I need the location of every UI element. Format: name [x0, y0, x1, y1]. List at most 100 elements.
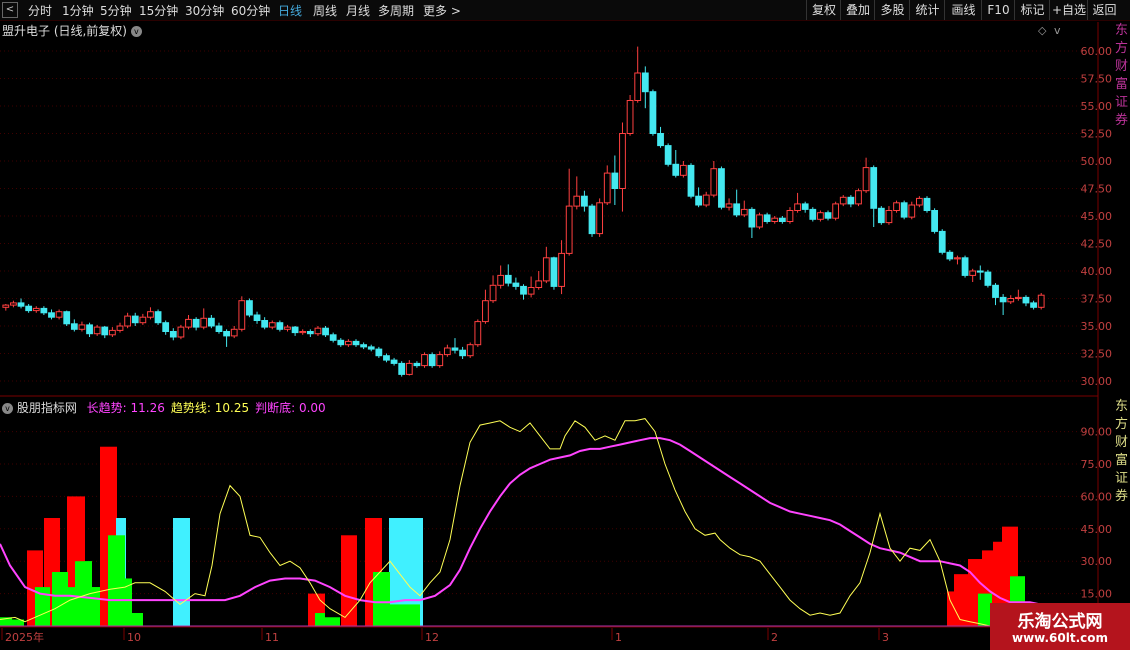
- candle-body: [885, 210, 893, 224]
- green-bar: [52, 572, 68, 626]
- candle-body: [832, 203, 840, 219]
- candle-body: [893, 202, 900, 212]
- diamond-icon: ◇: [1038, 24, 1047, 37]
- candle-body: [345, 340, 352, 346]
- indicator-tick-label: 90.00: [1081, 426, 1113, 439]
- candle-body: [817, 212, 824, 220]
- candle-body: [70, 323, 78, 330]
- candle-body: [322, 327, 329, 336]
- indicator-tick-label: 60.00: [1081, 490, 1113, 503]
- candle-body: [619, 133, 626, 189]
- long-trend-line: [0, 437, 1041, 606]
- candle-body: [405, 362, 413, 375]
- candle-body: [504, 274, 512, 284]
- candle-body: [352, 340, 360, 346]
- price-tick-label: 30.00: [1081, 375, 1113, 388]
- candle-body: [428, 354, 436, 367]
- right-side-panel-lower: 东方财富证券: [1115, 398, 1130, 603]
- candle-body: [733, 203, 741, 216]
- candle-body: [740, 208, 748, 216]
- candle-body: [466, 344, 474, 357]
- candle-body: [520, 285, 527, 295]
- candle-body: [261, 320, 269, 328]
- candle-body: [786, 210, 794, 222]
- candle-body: [976, 270, 984, 273]
- candle-body: [512, 282, 520, 287]
- candle-body: [954, 257, 961, 260]
- candle-body: [413, 362, 421, 367]
- candle-body: [459, 349, 466, 357]
- candle-body: [497, 274, 505, 286]
- candle-body: [337, 339, 345, 346]
- price-tick-label: 52.50: [1081, 128, 1113, 141]
- green-bar: [373, 572, 390, 626]
- green-bar: [132, 613, 143, 626]
- candle-body: [558, 252, 565, 287]
- candle-body: [40, 307, 48, 314]
- candle-body: [207, 317, 215, 327]
- candle-body: [588, 205, 596, 235]
- candle-body: [1037, 294, 1045, 308]
- candle-body: [177, 326, 185, 338]
- candle-body: [1030, 302, 1037, 308]
- candle-body: [93, 326, 101, 335]
- candle-body: [573, 195, 581, 207]
- candle-body: [725, 203, 733, 208]
- candle-body: [542, 257, 550, 282]
- candle-body: [55, 311, 63, 318]
- candle-body: [474, 321, 482, 346]
- cyan-bar: [173, 518, 190, 626]
- candle-body: [596, 202, 604, 235]
- candle-body: [679, 164, 687, 176]
- candle-body: [451, 347, 459, 351]
- candle-body: [862, 167, 870, 192]
- candle-body: [984, 271, 992, 286]
- candle-body: [969, 270, 977, 276]
- candle-body: [124, 315, 132, 327]
- indicator-tick-label: 15.00: [1081, 588, 1113, 601]
- candle-body: [482, 300, 489, 323]
- candle-body: [695, 195, 702, 206]
- candle-body: [870, 167, 878, 209]
- price-tick-label: 37.50: [1081, 293, 1113, 306]
- candle-body: [634, 72, 642, 101]
- candle-body: [436, 354, 444, 367]
- candle-body: [360, 344, 368, 348]
- candle-body: [78, 324, 86, 330]
- price-tick-label: 45.00: [1081, 210, 1113, 223]
- candle-body: [291, 326, 299, 334]
- candle-body: [383, 355, 390, 361]
- candle-body: [2, 304, 10, 308]
- stock-chart[interactable]: 60.00 57.50 55.00 52.50 50.00 47.50 45.00 42.50…: [0, 0, 1130, 650]
- candle-body: [185, 318, 192, 328]
- candle-body: [375, 348, 383, 357]
- right-side-panel: 东方财富证券: [1115, 22, 1130, 392]
- candle-body: [284, 326, 291, 330]
- candle-body: [314, 327, 322, 335]
- candle-body: [398, 362, 406, 375]
- candle-body: [946, 251, 954, 260]
- watermark-title: 乐淘公式网: [1017, 612, 1103, 632]
- candle-body: [86, 324, 93, 335]
- candle-body: [169, 331, 177, 338]
- candle-body: [649, 91, 657, 134]
- candle-body: [306, 331, 314, 335]
- candle-body: [17, 302, 25, 307]
- date-tick-label: 12: [425, 631, 439, 644]
- candle-body: [999, 296, 1007, 303]
- candle-body: [192, 318, 200, 328]
- price-tick-label: 57.50: [1081, 73, 1113, 86]
- candle-body: [839, 196, 847, 205]
- candle-body: [10, 302, 17, 306]
- candle-body: [847, 196, 855, 205]
- candle-body: [603, 172, 611, 204]
- candle-body: [246, 300, 253, 316]
- candle-body: [778, 217, 786, 222]
- candle-body: [801, 203, 809, 210]
- candle-body: [253, 314, 261, 321]
- candle-body: [1022, 296, 1030, 304]
- candle-body: [626, 100, 634, 134]
- candle-body: [367, 346, 375, 350]
- candle-body: [565, 205, 573, 254]
- green-bar: [323, 617, 340, 626]
